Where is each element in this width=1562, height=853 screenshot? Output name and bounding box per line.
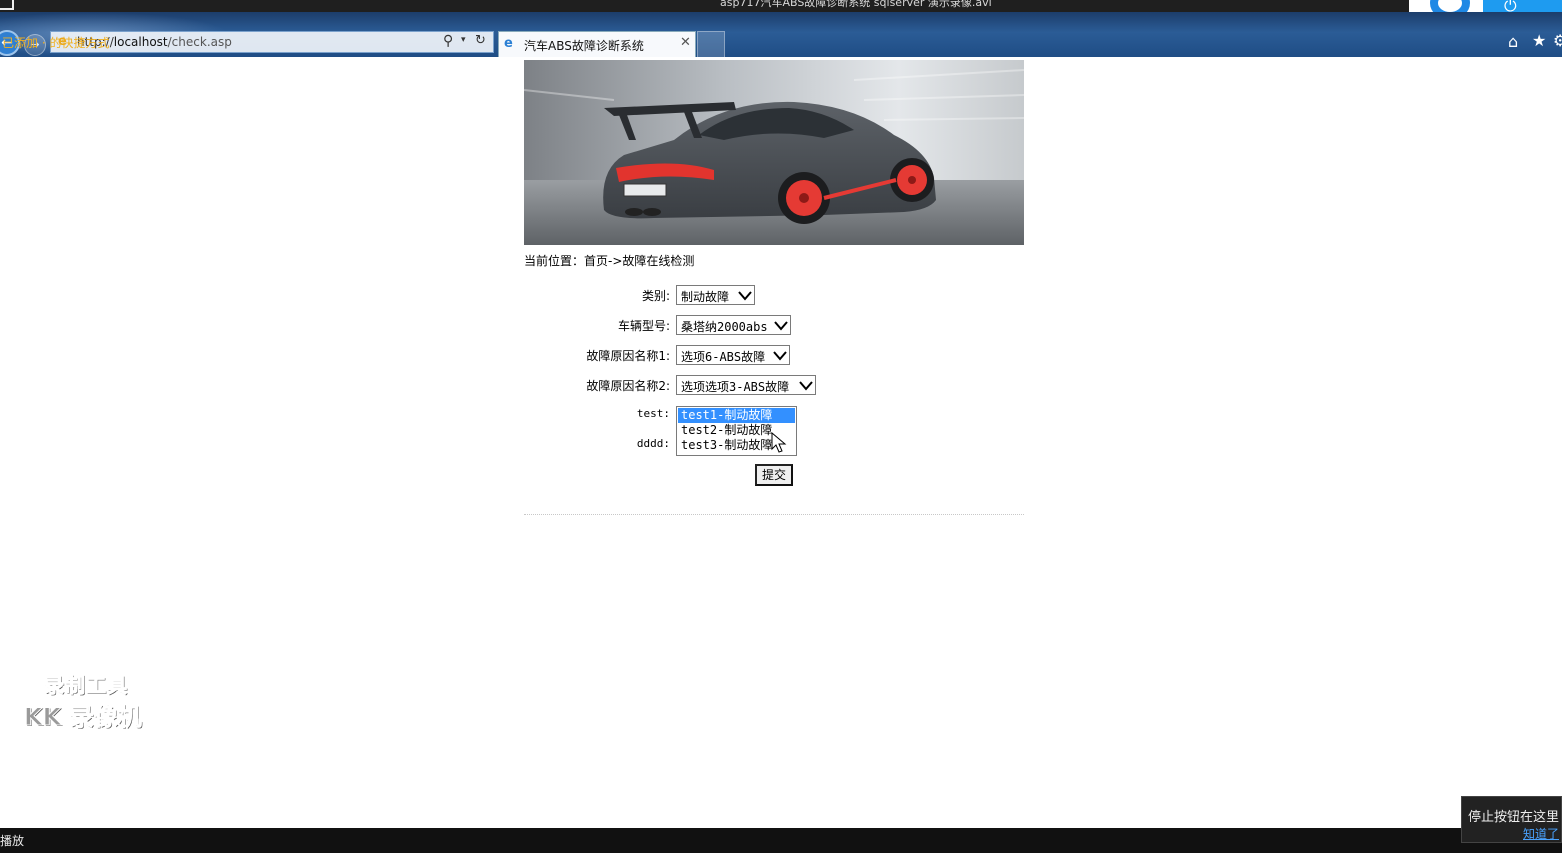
- tip-dismiss-link[interactable]: 知道了: [1523, 825, 1559, 842]
- dropdown-option[interactable]: test1-制动故障: [678, 408, 795, 423]
- fault-cause-2-select[interactable]: 选项选项3-ABS故障: [676, 375, 816, 395]
- chevron-down-icon: [799, 379, 813, 392]
- breadcrumb: 当前位置：首页->故障在线检测: [524, 254, 695, 268]
- test-label: test:: [636, 407, 670, 420]
- close-icon[interactable]: ✕: [680, 35, 691, 50]
- chevron-down-icon: [773, 349, 787, 362]
- player-tip-box: 停止按钮在这里 知道了: [1461, 796, 1562, 843]
- play-status: 播放: [0, 834, 25, 848]
- app-menu-icon[interactable]: [0, 0, 14, 10]
- category-label: 类别:: [641, 289, 670, 303]
- tip-text: 停止按钮在这里: [1468, 810, 1560, 825]
- player-status-bar: 播放: [0, 828, 1562, 853]
- window-title: asp717汽车ABS故障诊断系统 sqlserver 演示录像.avi: [720, 0, 992, 9]
- page-content: 当前位置：首页->故障在线检测 类别: 制动故障 车辆型号: 桑塔纳2000ab…: [0, 57, 1562, 828]
- favorites-star-icon[interactable]: ★: [1532, 31, 1546, 50]
- mouse-cursor-icon: [771, 432, 787, 453]
- fault-cause-1-label: 故障原因名称1:: [586, 349, 670, 363]
- refresh-icon[interactable]: ↻: [475, 33, 486, 48]
- car-banner-image: [524, 60, 1024, 245]
- address-bar[interactable]: e http://localhost/check.asp ⚲ ▾ ↻: [50, 31, 494, 53]
- chevron-down-icon: [738, 289, 752, 302]
- category-select[interactable]: 制动故障: [676, 285, 755, 305]
- vehicle-model-select[interactable]: 桑塔纳2000abs: [676, 315, 791, 335]
- ie-logo-icon: e: [504, 36, 513, 51]
- fault-cause-2-label: 故障原因名称2:: [586, 379, 670, 393]
- divider: [524, 514, 1024, 515]
- chevron-down-icon[interactable]: ▾: [461, 35, 466, 45]
- window-title-bar: asp717汽车ABS故障诊断系统 sqlserver 演示录像.avi: [0, 0, 1562, 12]
- fault-cause-1-select[interactable]: 选项6-ABS故障: [676, 345, 790, 365]
- home-icon[interactable]: ⌂: [1508, 32, 1518, 51]
- vehicle-model-label: 车辆型号:: [617, 319, 670, 333]
- browser-toolbar: ← → e http://localhost/check.asp ⚲ ▾ ↻ 已…: [0, 12, 1562, 57]
- new-tab-button[interactable]: [697, 31, 725, 57]
- chevron-down-icon: [774, 319, 788, 332]
- dddd-label: dddd:: [636, 437, 670, 450]
- tab-title: 汽车ABS故障诊断系统: [524, 39, 644, 53]
- gear-icon[interactable]: ⚙: [1553, 31, 1562, 50]
- submit-button[interactable]: 提交: [755, 464, 793, 486]
- search-icon[interactable]: ⚲: [443, 33, 453, 49]
- recorder-watermark: 录制工具 KK 录像机: [24, 673, 143, 732]
- browser-tab[interactable]: e 汽车ABS故障诊断系统 ✕: [498, 31, 696, 57]
- shortcut-overlay-text: 已添加 · 的快捷方式: [2, 36, 110, 50]
